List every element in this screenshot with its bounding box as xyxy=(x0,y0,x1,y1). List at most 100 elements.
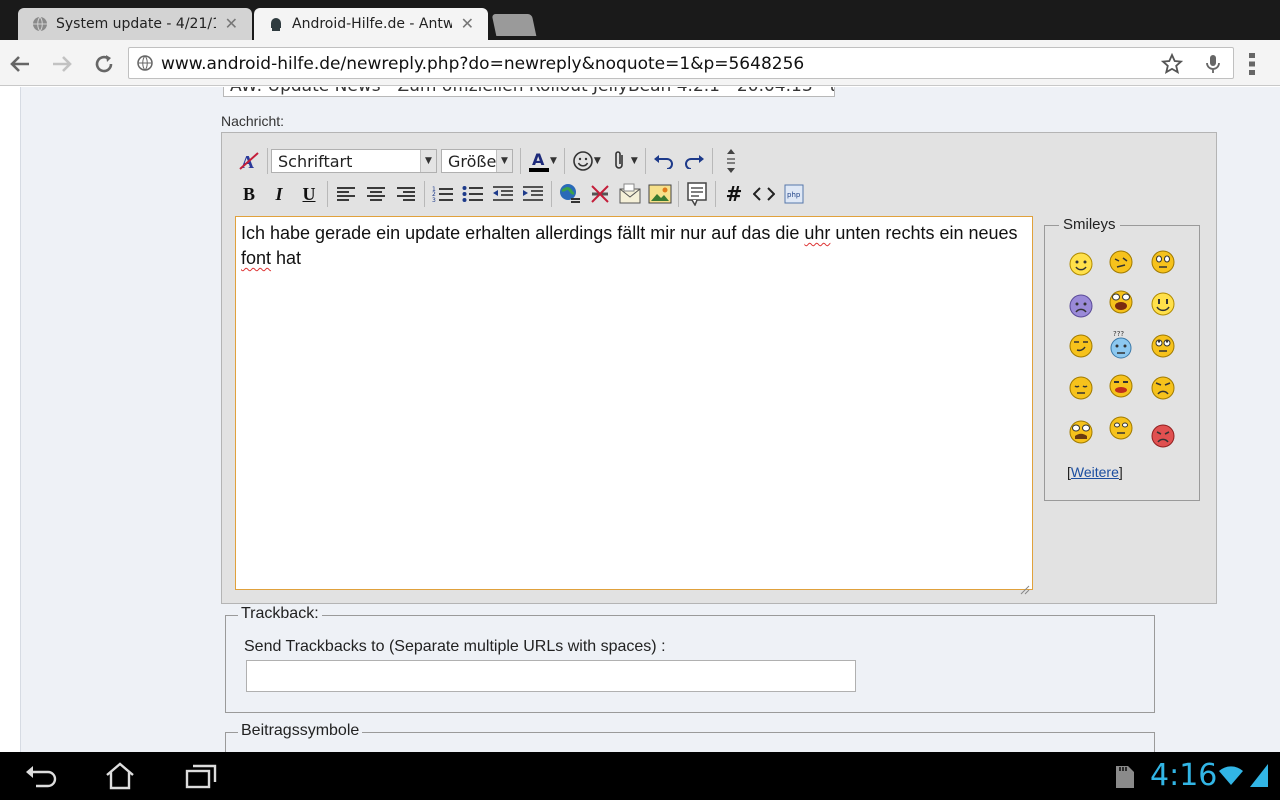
back-icon[interactable] xyxy=(24,762,58,794)
trackback-fieldset: Trackback: Send Trackbacks to (Separate … xyxy=(225,605,1155,713)
smiley-eek-icon[interactable] xyxy=(1067,418,1095,446)
reply-form-area: AW: Update News - Zum offiziellen Rollou… xyxy=(20,87,1280,752)
back-arrow-icon[interactable] xyxy=(6,50,34,78)
new-tab-button[interactable] xyxy=(491,14,537,36)
smiley-angry-icon[interactable] xyxy=(1149,422,1177,450)
toolbar-separator xyxy=(644,148,646,174)
resize-grip-icon[interactable] xyxy=(1020,577,1030,595)
ordered-list-icon[interactable]: 123 xyxy=(428,180,458,208)
forward-arrow-icon[interactable] xyxy=(48,50,76,78)
remove-link-icon[interactable] xyxy=(585,180,615,208)
smiley-confused-icon[interactable]: ??? xyxy=(1107,330,1135,359)
misspelled-word: font xyxy=(241,248,272,268)
web-page: AW: Update News - Zum offiziellen Rollou… xyxy=(0,87,1280,752)
trackback-urls-input[interactable] xyxy=(246,660,856,692)
post-icons-fieldset: Beitragssymbole xyxy=(225,722,1155,752)
smiley-mad-icon[interactable] xyxy=(1149,374,1177,402)
more-smileys: [Weitere] xyxy=(1067,464,1123,480)
toolbar-separator xyxy=(520,148,521,174)
bookmark-star-icon[interactable] xyxy=(1160,52,1184,79)
message-textarea[interactable]: Ich habe gerade ein update erhalten alle… xyxy=(235,216,1033,595)
smiley-tongue-icon[interactable] xyxy=(1107,372,1135,400)
undo-icon[interactable] xyxy=(649,147,679,175)
browser-tab-system-update[interactable]: System update - 4/21/13 - ✕ xyxy=(18,8,252,40)
smiley-laugh-icon[interactable] xyxy=(1107,288,1135,316)
android-favicon-icon xyxy=(268,16,284,32)
font-select[interactable]: Schriftart ▼ xyxy=(271,149,437,173)
url-text: www.android-hilfe.de/newreply.php?do=new… xyxy=(161,54,805,74)
microphone-icon[interactable] xyxy=(1205,53,1221,79)
tab-title: System update - 4/21/13 - xyxy=(56,16,216,32)
quote-icon[interactable] xyxy=(682,180,712,208)
subject-input[interactable]: AW: Update News - Zum offiziellen Rollou… xyxy=(223,87,835,97)
bold-icon[interactable]: B xyxy=(234,180,264,208)
post-icons-legend: Beitragssymbole xyxy=(238,722,363,740)
chevron-down-icon[interactable]: ▼ xyxy=(550,156,557,166)
address-bar[interactable]: www.android-hilfe.de/newreply.php?do=new… xyxy=(128,47,1234,79)
align-left-icon[interactable] xyxy=(331,180,361,208)
editor-toolbar-row-2: B I U 123 # php xyxy=(234,179,809,209)
svg-text:A: A xyxy=(532,150,545,169)
toolbar-separator xyxy=(327,181,328,207)
message-text: hat xyxy=(271,248,302,268)
smiley-wink-icon[interactable] xyxy=(1107,248,1135,276)
wysiwyg-editor: A Schriftart ▼ Größe ▼ A ▼ xyxy=(221,132,1217,604)
svg-text:???: ??? xyxy=(1113,330,1124,338)
toolbar-separator xyxy=(267,148,268,174)
home-icon[interactable] xyxy=(104,762,136,794)
smiley-happy-icon[interactable] xyxy=(1149,290,1177,318)
size-select-value: Größe xyxy=(448,151,497,171)
insert-image-icon[interactable] xyxy=(645,180,675,208)
unordered-list-icon[interactable] xyxy=(458,180,488,208)
code-icon[interactable] xyxy=(749,180,779,208)
reload-icon[interactable] xyxy=(90,50,118,78)
align-right-icon[interactable] xyxy=(391,180,421,208)
svg-text:php: php xyxy=(787,191,801,199)
smiley-frown-icon[interactable] xyxy=(1107,414,1135,442)
globe-icon xyxy=(32,16,48,32)
remove-format-icon[interactable]: A xyxy=(234,147,264,175)
redo-icon[interactable] xyxy=(679,147,709,175)
insert-link-icon[interactable] xyxy=(555,180,585,208)
toolbar-separator xyxy=(678,181,679,207)
resize-editor-icon[interactable] xyxy=(716,147,746,175)
toolbar-separator xyxy=(711,148,713,174)
signal-icon xyxy=(1248,762,1270,792)
misspelled-word: uhr xyxy=(804,223,831,243)
sd-card-icon xyxy=(1114,764,1136,794)
smiley-rolleyes-icon[interactable] xyxy=(1149,332,1177,360)
smiley-sad-icon[interactable] xyxy=(1067,292,1095,320)
close-tab-icon[interactable]: ✕ xyxy=(225,14,238,33)
chevron-down-icon: ▼ xyxy=(496,150,512,172)
smiley-smile-icon[interactable] xyxy=(1067,250,1095,278)
italic-icon[interactable]: I xyxy=(264,180,294,208)
hash-icon[interactable]: # xyxy=(719,180,749,208)
toolbar-separator xyxy=(715,181,716,207)
font-select-value: Schriftart xyxy=(278,151,353,171)
size-select[interactable]: Größe ▼ xyxy=(441,149,513,173)
browser-menu-icon[interactable] xyxy=(1248,52,1256,80)
chevron-down-icon[interactable]: ▼ xyxy=(594,156,601,166)
toolbar-separator xyxy=(551,181,552,207)
browser-tab-android-hilfe[interactable]: Android-Hilfe.de - Antwort ✕ xyxy=(254,8,488,40)
php-code-icon[interactable]: php xyxy=(779,180,809,208)
smiley-cool-icon[interactable] xyxy=(1067,374,1095,402)
smiley-smirk-icon[interactable] xyxy=(1067,332,1095,360)
globe-icon xyxy=(137,55,153,75)
chevron-down-icon: ▼ xyxy=(420,150,436,172)
underline-icon[interactable]: U xyxy=(294,180,324,208)
recent-apps-icon[interactable] xyxy=(184,762,218,794)
message-text: Ich habe gerade ein update erhalten alle… xyxy=(241,223,805,243)
align-center-icon[interactable] xyxy=(361,180,391,208)
wifi-icon xyxy=(1218,764,1244,790)
close-tab-icon[interactable]: ✕ xyxy=(461,14,474,33)
insert-email-icon[interactable] xyxy=(615,180,645,208)
trackback-legend: Trackback: xyxy=(238,605,322,623)
outdent-icon[interactable] xyxy=(488,180,518,208)
indent-icon[interactable] xyxy=(518,180,548,208)
clock: 4:16 xyxy=(1150,758,1218,793)
message-label: Nachricht: xyxy=(221,113,285,129)
more-smileys-link[interactable]: Weitere xyxy=(1071,464,1119,480)
chevron-down-icon[interactable]: ▼ xyxy=(631,156,638,166)
smiley-eyes-icon[interactable] xyxy=(1149,248,1177,276)
